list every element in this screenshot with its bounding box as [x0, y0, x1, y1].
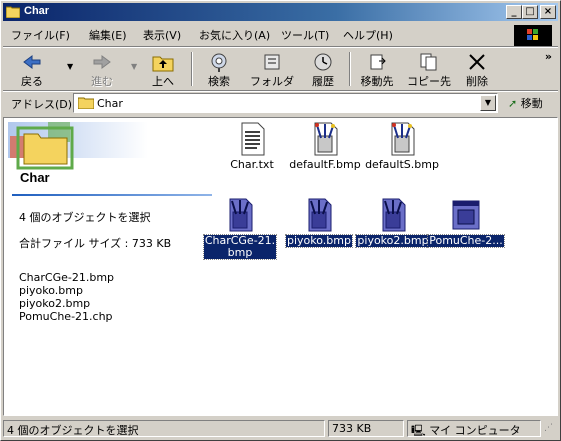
file-name: CharCGe-21. bmp — [202, 234, 278, 260]
back-button[interactable]: 戻る — [9, 50, 55, 88]
file-name: piyoko2.bmp — [355, 234, 431, 248]
file-item-selected[interactable]: PomuChe-2... — [427, 198, 505, 248]
back-dropdown-icon[interactable]: ▼ — [67, 62, 73, 71]
window-title: Char — [24, 5, 50, 17]
file-item-selected[interactable]: CharCGe-21. bmp — [202, 198, 278, 260]
status-bar: 4 個のオブジェクトを選択 733 KB 🖳 マイ コンピュータ ⋰ — [3, 419, 558, 438]
close-button[interactable]: × — [540, 5, 556, 19]
file-name: defaultF.bmp — [289, 158, 361, 171]
maximize-button[interactable]: □ — [522, 5, 538, 19]
folder-view: Char 4 個のオブジェクトを選択 合計ファイル サイズ : 733 KB C… — [3, 117, 558, 416]
selected-file-name: CharCGe-21.bmp — [19, 271, 115, 284]
go-arrow-icon: ➚ — [508, 97, 518, 110]
toolbar-separator — [191, 52, 193, 86]
paint-bitmap-icon — [391, 122, 415, 156]
folders-icon — [264, 54, 280, 70]
computer-icon: 🖳 — [411, 424, 426, 437]
title-bar[interactable]: Char _ □ × — [3, 3, 558, 21]
move-to-button[interactable]: 移動先 — [353, 50, 401, 88]
forward-button[interactable]: 進む — [79, 50, 125, 88]
search-icon — [211, 53, 227, 72]
copy-to-icon — [420, 53, 437, 71]
paint-bitmap-icon — [314, 122, 338, 156]
file-name: PomuChe-2... — [427, 234, 505, 248]
toolbar-overflow-chevron[interactable]: » — [545, 50, 552, 63]
file-item[interactable]: defaultS.bmp — [364, 122, 440, 171]
file-name: defaultS.bmp — [365, 158, 439, 171]
search-button[interactable]: 検索 — [197, 50, 241, 88]
application-window-icon — [452, 200, 480, 230]
folders-button[interactable]: フォルダ — [247, 50, 297, 88]
address-value: Char — [97, 97, 123, 110]
up-button[interactable]: 上へ — [141, 50, 185, 88]
resize-grip-icon[interactable]: ⋰ — [544, 423, 553, 433]
address-bar: アドレス(D) Char ▼ ➚ 移動 — [3, 92, 558, 114]
menu-favorites[interactable]: お気に入り(A) — [199, 27, 270, 43]
menu-tools[interactable]: ツール(T) — [281, 27, 329, 43]
selected-file-name: piyoko2.bmp — [19, 297, 91, 310]
selection-count: 4 個のオブジェクトを選択 — [19, 211, 151, 224]
delete-button[interactable]: 削除 — [455, 50, 499, 88]
up-folder-icon — [152, 56, 174, 72]
title-underline — [12, 194, 212, 196]
history-button[interactable]: 履歴 — [301, 50, 345, 88]
file-name: Char.txt — [230, 158, 274, 171]
go-button[interactable]: ➚ 移動 — [508, 95, 543, 111]
address-dropdown-button[interactable]: ▼ — [480, 95, 496, 111]
folder-icon — [78, 97, 94, 109]
forward-arrow-icon — [93, 55, 111, 69]
paint-bitmap-icon — [382, 198, 406, 232]
file-item-selected[interactable]: piyoko2.bmp — [355, 198, 431, 248]
minimize-button[interactable]: _ — [506, 5, 522, 19]
menu-bar: ファイル(F) 編集(E) 表示(V) お気に入り(A) ツール(T) ヘルプ(… — [3, 24, 558, 46]
file-item-selected[interactable]: piyoko.bmp — [281, 198, 357, 248]
windows-logo-icon — [514, 25, 552, 46]
go-label: 移動 — [520, 97, 543, 110]
paint-bitmap-icon — [308, 198, 332, 232]
file-item[interactable]: defaultF.bmp — [287, 122, 363, 171]
selected-file-name: PomuChe-21.chp — [19, 310, 113, 323]
menu-edit[interactable]: 編集(E) — [89, 27, 127, 43]
menu-file[interactable]: ファイル(F) — [11, 27, 70, 43]
address-field[interactable]: Char ▼ — [73, 93, 498, 113]
menu-help[interactable]: ヘルプ(H) — [343, 27, 393, 43]
move-to-icon — [370, 54, 386, 70]
file-item[interactable]: Char.txt — [214, 122, 290, 171]
file-name: piyoko.bmp — [285, 234, 353, 248]
forward-dropdown-icon[interactable]: ▼ — [131, 62, 137, 71]
folder-title: Char — [20, 170, 50, 185]
menu-view[interactable]: 表示(V) — [143, 27, 181, 43]
address-label: アドレス(D) — [11, 98, 73, 111]
selected-file-name: piyoko.bmp — [19, 284, 83, 297]
toolbar-separator — [349, 52, 351, 86]
history-icon — [314, 53, 332, 71]
copy-to-button[interactable]: コピー先 — [403, 50, 455, 88]
status-message: 4 個のオブジェクトを選択 — [3, 420, 325, 437]
delete-x-icon — [469, 54, 485, 70]
total-file-size: 合計ファイル サイズ : 733 KB — [19, 237, 172, 250]
status-size: 733 KB — [328, 420, 404, 437]
explorer-window: Char _ □ × ファイル(F) 編集(E) 表示(V) お気に入り(A) … — [0, 0, 561, 441]
webview-banner — [8, 122, 148, 170]
paint-bitmap-icon — [229, 198, 253, 232]
standard-toolbar: 戻る ▼ 進む ▼ 上へ 検索 フォルダ 履歴 移動先 コピー先 削除 » — [3, 48, 558, 90]
status-zone: 🖳 マイ コンピュータ — [407, 420, 541, 437]
folder-icon — [6, 6, 20, 18]
text-file-icon — [241, 122, 265, 156]
back-arrow-icon — [23, 55, 41, 69]
